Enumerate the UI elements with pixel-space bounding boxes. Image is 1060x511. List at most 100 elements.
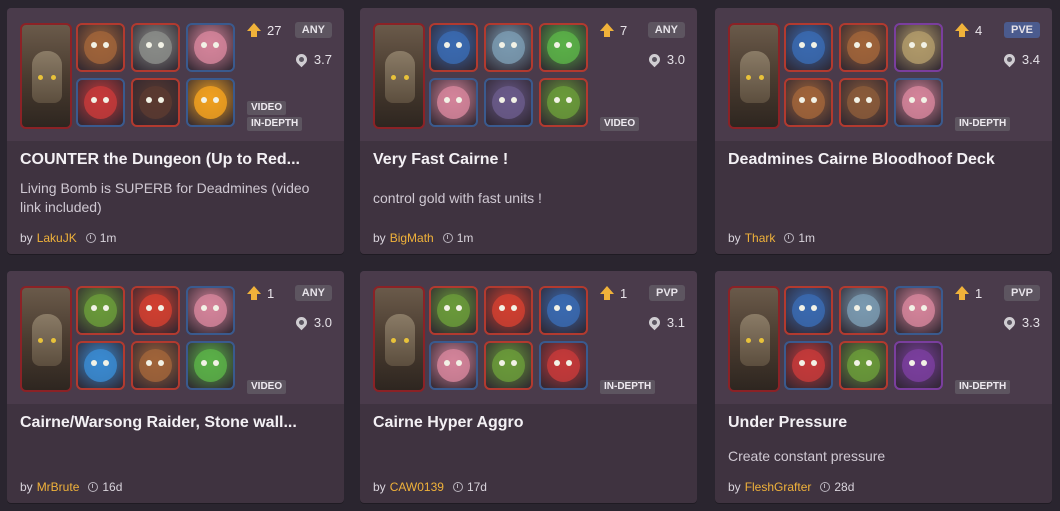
avg-cost: 3.7 [293, 51, 332, 68]
unit-ghoul-icon [539, 78, 588, 127]
upvote-count[interactable]: 7 [600, 21, 627, 39]
unit-fire-elemental-icon [186, 78, 235, 127]
by-label: by [20, 480, 33, 494]
leader-cairne-icon [728, 286, 780, 392]
unit-pirate-girl-icon [186, 286, 235, 335]
upvote-count[interactable]: 27 [247, 21, 281, 39]
leader-cairne-icon [373, 23, 425, 129]
upvote-count[interactable]: 1 [600, 284, 627, 302]
unit-rock-golem-icon [784, 78, 833, 127]
by-label: by [373, 231, 386, 245]
unit-orc-grunt-icon [76, 286, 125, 335]
deck-card[interactable]: 7 ANY 3.0 VIDEO Very Fast Cairne ! contr… [360, 8, 697, 254]
clock-icon [452, 482, 463, 492]
by-label: by [20, 231, 33, 245]
mode-badge: ANY [294, 22, 332, 38]
gold-cost-icon [646, 314, 663, 331]
unit-pirate-girl-icon [894, 78, 943, 127]
author-link[interactable]: BigMath [390, 231, 434, 245]
unit-red-ogre-icon [76, 78, 125, 127]
deck-meta: 7 ANY 3.0 VIDEO [600, 21, 685, 131]
deck-footer: by LakuJK 1m [20, 231, 116, 245]
deck-title[interactable]: Under Pressure [728, 414, 1039, 432]
deck-grid: 27 ANY 3.7 VIDEO IN-DEPTH COUNTER the Dun… [7, 8, 1053, 503]
tag-list: IN-DEPTH [600, 380, 656, 394]
unit-blue-troll-icon [429, 23, 478, 72]
tag-badge: IN-DEPTH [955, 117, 1011, 131]
deck-meta: 4 PVE 3.4 IN-DEPTH [955, 21, 1040, 131]
gold-cost-icon [1001, 314, 1018, 331]
tag-list: IN-DEPTH [955, 117, 1011, 131]
avg-cost: 3.0 [646, 51, 685, 68]
unit-bomb-icon [484, 78, 533, 127]
leader-cairne-icon [20, 23, 72, 129]
unit-pirate-girl-icon [429, 341, 478, 390]
tag-list: VIDEO IN-DEPTH [247, 101, 303, 131]
author-link[interactable]: CAW0139 [390, 480, 444, 494]
leader-cairne-icon [373, 286, 425, 392]
unit-water-elemental-icon [76, 341, 125, 390]
deck-card[interactable]: 4 PVE 3.4 IN-DEPTH Deadmines Cairne Bloo… [715, 8, 1052, 254]
tag-list: VIDEO [600, 117, 640, 131]
clock-icon [784, 233, 795, 243]
mode-badge: ANY [294, 285, 332, 301]
gold-cost-icon [1001, 51, 1018, 68]
deck-card[interactable]: 1 PVP 3.3 IN-DEPTH Under Pressure Create… [715, 271, 1052, 503]
unit-stone-golem-icon [484, 23, 533, 72]
upvote-arrow-icon [600, 23, 614, 37]
upvote-count[interactable]: 1 [955, 284, 982, 302]
author-link[interactable]: FleshGrafter [745, 480, 812, 494]
author-link[interactable]: MrBrute [37, 480, 80, 494]
deck-age: 1m [798, 231, 816, 245]
unit-fire-breath-icon [131, 286, 180, 335]
deck-description: Living Bomb is SUPERB for Deadmines (vid… [20, 180, 310, 215]
unit-red-ogre-icon [784, 341, 833, 390]
deck-footer: by CAW0139 17d [373, 480, 487, 494]
deck-age: 17d [466, 480, 487, 494]
tag-list: VIDEO [247, 380, 287, 394]
unit-fire-breath-icon [484, 286, 533, 335]
tag-badge: VIDEO [247, 380, 287, 394]
by-label: by [373, 480, 386, 494]
mode-badge: PVP [1003, 285, 1040, 301]
unit-murloc-icon [186, 341, 235, 390]
deck-title[interactable]: Cairne Hyper Aggro [373, 414, 684, 432]
unit-pirate-girl-icon [429, 78, 478, 127]
deck-title[interactable]: Cairne/Warsong Raider, Stone wall... [20, 414, 331, 432]
avg-cost: 3.1 [646, 314, 685, 331]
unit-ghoul-icon [839, 341, 888, 390]
deck-title[interactable]: COUNTER the Dungeon (Up to Red... [20, 151, 331, 169]
deck-card[interactable]: 1 PVP 3.1 IN-DEPTH Cairne Hyper Aggro by… [360, 271, 697, 503]
unit-pirate-girl-icon [186, 23, 235, 72]
by-label: by [728, 480, 741, 494]
deck-units [373, 23, 595, 131]
deck-meta: 27 ANY 3.7 VIDEO IN-DEPTH [247, 21, 332, 131]
tag-list: IN-DEPTH [955, 380, 1011, 394]
tag-badge: VIDEO [247, 101, 287, 115]
deck-description: control gold with fast units ! [373, 190, 542, 206]
deck-title[interactable]: Very Fast Cairne ! [373, 151, 684, 169]
deck-age: 16d [102, 480, 123, 494]
avg-cost: 3.3 [1001, 314, 1040, 331]
tag-badge: IN-DEPTH [247, 117, 303, 131]
gold-cost-icon [646, 51, 663, 68]
by-label: by [728, 231, 741, 245]
deck-description: Create constant pressure [728, 448, 886, 464]
deck-card[interactable]: 27 ANY 3.7 VIDEO IN-DEPTH COUNTER the Dun… [7, 8, 344, 254]
avg-cost: 3.4 [1001, 51, 1040, 68]
gold-cost-icon [293, 314, 310, 331]
deck-card[interactable]: 1 ANY 3.0 VIDEO Cairne/Warsong Raider, S… [7, 271, 344, 503]
author-link[interactable]: LakuJK [37, 231, 77, 245]
unit-pirate-girl-icon [894, 286, 943, 335]
upvote-count[interactable]: 4 [955, 21, 982, 39]
upvote-arrow-icon [247, 286, 261, 300]
author-link[interactable]: Thark [745, 231, 776, 245]
clock-icon [820, 482, 831, 492]
unit-ogre-minion-icon [76, 23, 125, 72]
clock-icon [85, 233, 96, 243]
deck-title[interactable]: Deadmines Cairne Bloodhoof Deck [728, 151, 1039, 169]
mode-badge: ANY [647, 22, 685, 38]
unit-worgen-icon [131, 23, 180, 72]
unit-red-ogre-icon [539, 341, 588, 390]
upvote-count[interactable]: 1 [247, 284, 274, 302]
